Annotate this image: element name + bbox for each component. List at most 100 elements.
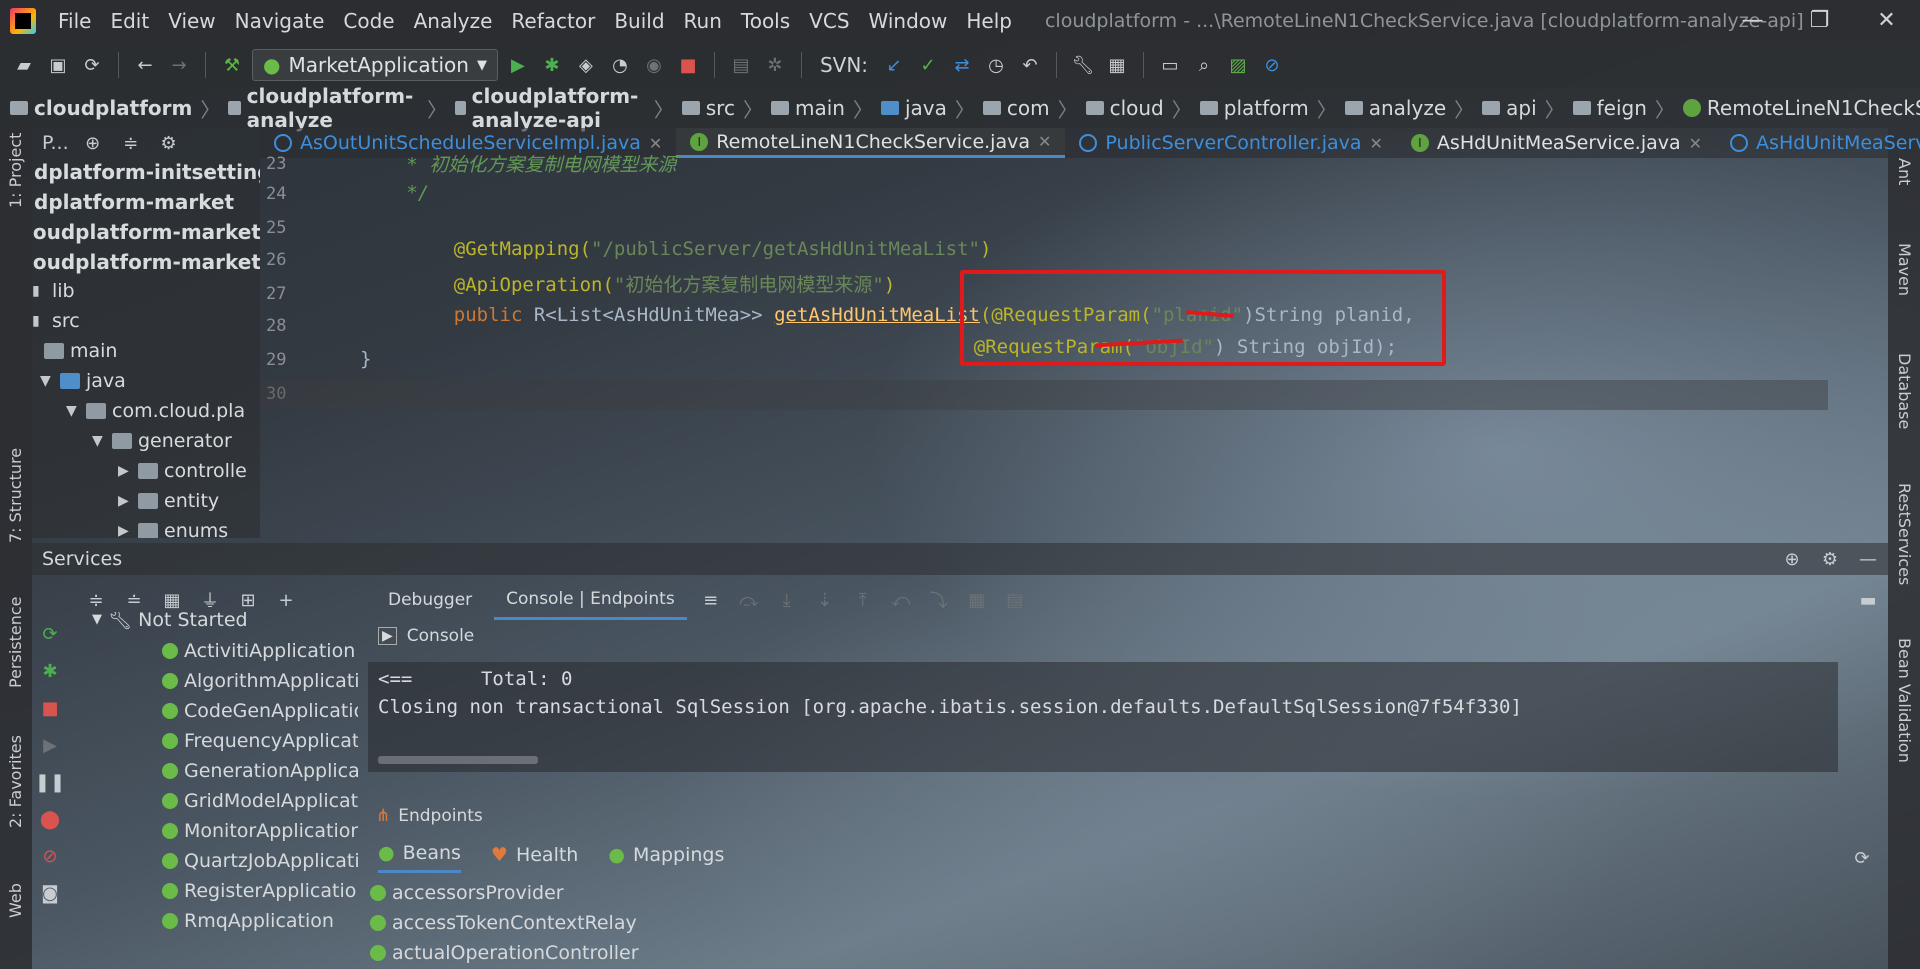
- revert-icon[interactable]: ↶: [1016, 51, 1044, 79]
- breadcrumb-item[interactable]: cloudplatform-analyze: [228, 84, 419, 132]
- svn-update-icon[interactable]: ↙: [880, 51, 908, 79]
- console-output[interactable]: <== Total: 0 Closing non transactional S…: [368, 662, 1838, 772]
- attach-icon[interactable]: ◉: [640, 51, 668, 79]
- tab-debugger[interactable]: Debugger: [376, 580, 484, 620]
- settings-disabled-icon[interactable]: ✲: [761, 51, 789, 79]
- project-structure-icon[interactable]: ▦: [1103, 51, 1131, 79]
- breadcrumb-item[interactable]: src: [681, 96, 735, 120]
- run-to-cursor-icon[interactable]: ⤵: [925, 586, 953, 614]
- menu-view[interactable]: View: [168, 9, 215, 33]
- tree-item[interactable]: ▶ entity: [118, 490, 219, 512]
- menu-help[interactable]: Help: [966, 9, 1012, 33]
- trace-icon[interactable]: ▤: [1001, 586, 1029, 614]
- console-header[interactable]: ▶ Console: [378, 626, 474, 646]
- services-group-not-started[interactable]: ▼ 🔧︎ Not Started: [92, 612, 248, 631]
- step-into-icon[interactable]: ⤓: [773, 586, 801, 614]
- menu-build[interactable]: Build: [614, 9, 664, 33]
- breadcrumb-item[interactable]: analyze: [1344, 96, 1446, 120]
- tab-beans[interactable]: ● Beans: [378, 842, 461, 873]
- tree-item[interactable]: ▶ enums: [118, 520, 228, 538]
- bean-item[interactable]: accessorsProvider: [370, 882, 564, 904]
- menu-edit[interactable]: Edit: [110, 9, 149, 33]
- service-app[interactable]: QuartzJobApplicati: [162, 850, 358, 872]
- profile-icon[interactable]: ◔: [606, 51, 634, 79]
- collapse-all-icon[interactable]: ≑: [117, 129, 145, 157]
- terminal-icon[interactable]: ▭: [1156, 51, 1184, 79]
- menu-run[interactable]: Run: [684, 9, 722, 33]
- breadcrumb-item[interactable]: main: [770, 96, 845, 120]
- tree-item[interactable]: ▮ lib: [32, 280, 75, 302]
- bean-validation-tool-button[interactable]: Bean Validation: [1895, 638, 1914, 763]
- breadcrumb-item[interactable]: api: [1482, 96, 1537, 120]
- run-configuration-select[interactable]: ● MarketApplication ▼: [252, 49, 498, 81]
- menu-analyze[interactable]: Analyze: [414, 9, 493, 33]
- filter-icon[interactable]: ⏚: [196, 586, 224, 614]
- save-all-icon[interactable]: ▣: [44, 51, 72, 79]
- restservices-tool-button[interactable]: RestServices: [1895, 483, 1914, 585]
- service-app[interactable]: RmqApplication: [162, 910, 334, 932]
- service-app[interactable]: CodeGenApplicatio: [162, 700, 358, 722]
- restore-button[interactable]: ❐: [1786, 0, 1853, 42]
- sync-icon[interactable]: ⟳: [78, 51, 106, 79]
- breakpoints-icon[interactable]: ⬤: [36, 805, 64, 833]
- tab-mappings[interactable]: ● Mappings: [608, 842, 724, 873]
- persistence-tool-button[interactable]: Persistence: [6, 596, 25, 688]
- breadcrumb-item[interactable]: cloudplatform-analyze-api: [455, 84, 646, 132]
- locate-icon[interactable]: ⊕: [79, 129, 107, 157]
- menu-refactor[interactable]: Refactor: [511, 9, 595, 33]
- tree-item[interactable]: loudplatform-market-ap: [32, 220, 260, 244]
- build-hammer-icon[interactable]: ⚒: [218, 51, 246, 79]
- force-step-into-icon[interactable]: ⇣: [811, 586, 839, 614]
- tree-item[interactable]: ▼ com.cloud.pla: [66, 400, 245, 422]
- layout-icon[interactable]: ▬: [1854, 586, 1882, 614]
- project-tool-button[interactable]: 1: Project: [6, 133, 25, 208]
- project-view-selector[interactable]: P...: [42, 132, 69, 154]
- menu-navigate[interactable]: Navigate: [235, 9, 325, 33]
- expand-all-icon[interactable]: ≑: [82, 586, 110, 614]
- mute-breakpoints-icon[interactable]: ⊘: [36, 842, 64, 870]
- service-app[interactable]: AlgorithmApplicati: [162, 670, 358, 692]
- svn-compare-icon[interactable]: ⇄: [948, 51, 976, 79]
- tab-remotelinen1checkservice[interactable]: I RemoteLineN1CheckService.java ✕: [676, 128, 1066, 158]
- tab-ashdunitmeaservice-java[interactable]: I AsHdUnitMeaService.java ✕: [1397, 128, 1716, 158]
- menu-code[interactable]: Code: [343, 9, 394, 33]
- close-window-button[interactable]: ✕: [1853, 0, 1920, 42]
- minimize-panel-icon[interactable]: —: [1854, 545, 1882, 573]
- endpoints-header[interactable]: ⋔ Endpoints: [376, 806, 483, 826]
- web-tool-button[interactable]: Web: [6, 883, 25, 918]
- tab-console-endpoints[interactable]: Console | Endpoints: [494, 580, 687, 620]
- menu-window[interactable]: Window: [869, 9, 948, 33]
- tree-item[interactable]: loudplatform-market-bi: [32, 250, 260, 274]
- add-icon[interactable]: +: [272, 586, 300, 614]
- breadcrumb-item[interactable]: cloudplatform: [10, 96, 192, 120]
- history-icon[interactable]: ◷: [982, 51, 1010, 79]
- tab-health[interactable]: ♥ Health: [491, 842, 578, 873]
- service-app[interactable]: FrequencyApplicati: [162, 730, 358, 752]
- open-folder-icon[interactable]: ▰: [10, 51, 38, 79]
- ant-tool-button[interactable]: Ant: [1895, 158, 1914, 185]
- menu-tools[interactable]: Tools: [741, 9, 790, 33]
- search-icon[interactable]: ⌕: [1190, 51, 1218, 79]
- tree-item[interactable]: ▼ java: [40, 370, 126, 392]
- resume-icon[interactable]: ▶: [36, 731, 64, 759]
- bean-item[interactable]: accessTokenContextRelay: [370, 912, 637, 934]
- service-app[interactable]: MonitorApplication: [162, 820, 358, 842]
- collapse-all-icon[interactable]: ≐: [120, 586, 148, 614]
- menu-vcs[interactable]: VCS: [809, 9, 849, 33]
- run-icon[interactable]: ▶: [504, 51, 532, 79]
- tree-item[interactable]: dplatform-market: [34, 190, 234, 214]
- stop-icon[interactable]: ■: [674, 51, 702, 79]
- dump-threads-icon[interactable]: ▤: [727, 51, 755, 79]
- tree-item[interactable]: dplatform-initsetting: [34, 160, 260, 184]
- step-out-icon[interactable]: ⤒: [849, 586, 877, 614]
- menu-file[interactable]: File: [58, 9, 91, 33]
- service-app[interactable]: GenerationApplicat: [162, 760, 358, 782]
- horizontal-scrollbar[interactable]: [378, 756, 538, 764]
- close-icon[interactable]: ✕: [1689, 134, 1702, 153]
- tab-publicservercontroller[interactable]: PublicServerController.java ✕: [1065, 128, 1397, 158]
- minimize-button[interactable]: —: [1719, 0, 1786, 42]
- close-icon[interactable]: ✕: [1038, 132, 1051, 151]
- camera-icon[interactable]: ◙: [36, 879, 64, 907]
- svn-commit-icon[interactable]: ✓: [914, 51, 942, 79]
- gear-icon[interactable]: ⚙: [1816, 545, 1844, 573]
